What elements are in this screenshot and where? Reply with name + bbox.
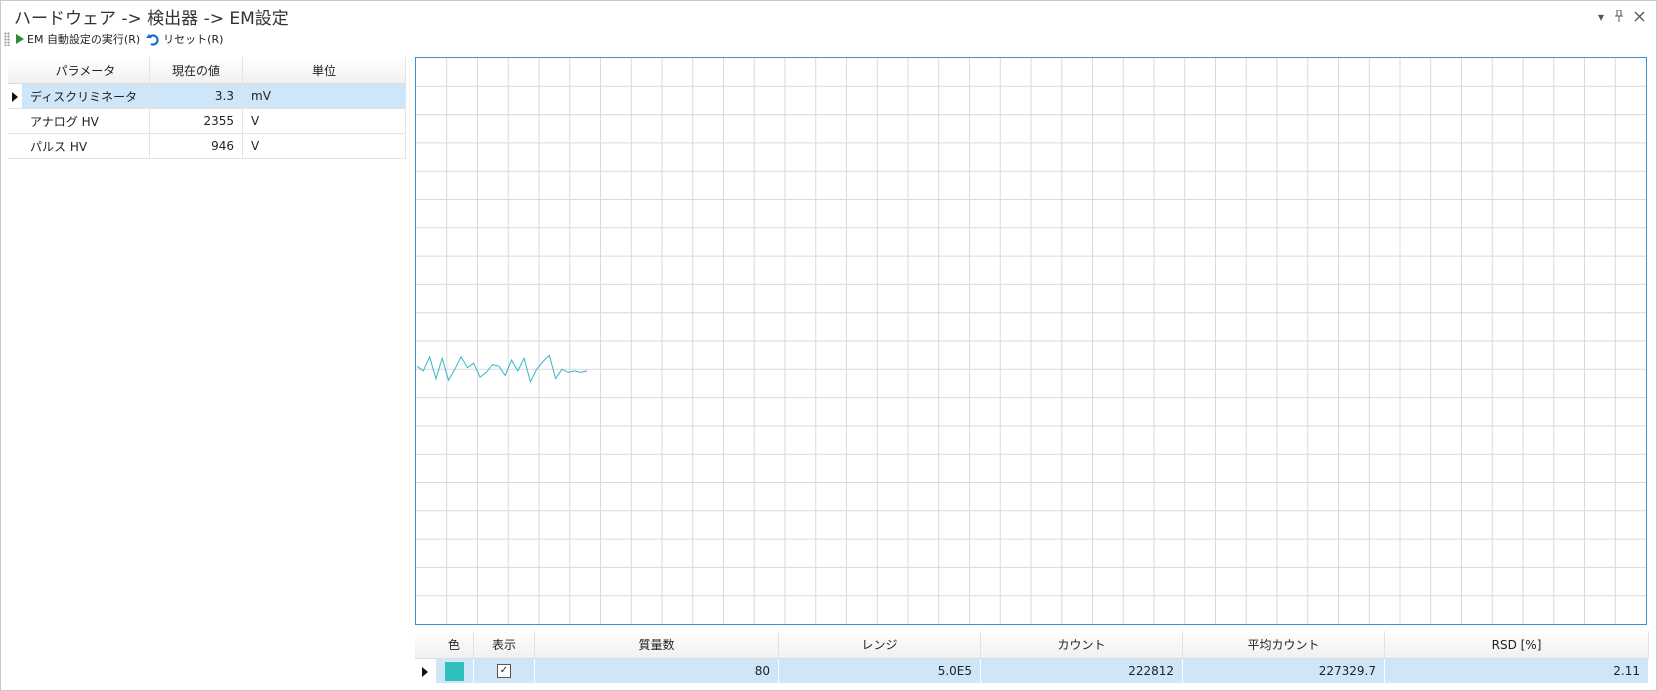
toolbar-grip-icon[interactable] — [4, 32, 10, 46]
param-unit: mV — [242, 83, 406, 109]
row-indicator-header — [8, 57, 22, 84]
mass-header-mass[interactable]: 質量数 — [534, 631, 779, 659]
row-indicator — [415, 658, 436, 683]
mass-header-avg-count[interactable]: 平均カウント — [1182, 631, 1385, 659]
reset-label: リセット(R) — [163, 33, 224, 46]
current-row-arrow-icon — [421, 666, 428, 677]
count-value: 222812 — [980, 658, 1183, 683]
mass-header-count[interactable]: カウント — [980, 631, 1183, 659]
pin-icon[interactable] — [1614, 9, 1624, 24]
window-controls: ▾ — [1598, 9, 1645, 24]
param-name: パルス HV — [22, 133, 150, 159]
page-title: ハードウェア -> 検出器 -> EM設定 — [14, 9, 289, 29]
param-unit: V — [242, 108, 406, 134]
count-chart — [415, 57, 1647, 625]
run-em-autoset-label: EM 自動設定の実行(R) — [27, 33, 141, 46]
param-header-value[interactable]: 現在の値 — [149, 57, 243, 84]
param-row-analog-hv[interactable]: アナログ HV 2355 V — [8, 108, 406, 134]
range-value: 5.0E5 — [778, 658, 981, 683]
param-value[interactable]: 946 — [149, 133, 243, 159]
run-em-autoset-button[interactable]: EM 自動設定の実行(R) — [16, 31, 140, 47]
reset-button[interactable]: リセット(R) — [146, 31, 223, 47]
row-indicator-header — [415, 631, 435, 659]
color-cell[interactable] — [435, 658, 474, 683]
param-name: アナログ HV — [22, 108, 150, 134]
close-icon[interactable] — [1634, 11, 1645, 24]
param-value[interactable]: 2355 — [149, 108, 243, 134]
mass-header-color[interactable]: 色 — [435, 631, 474, 659]
param-header-name[interactable]: パラメータ — [22, 57, 150, 84]
mass-row[interactable]: ✓ 80 5.0E5 222812 227329.7 2.11 — [415, 658, 1649, 683]
param-unit: V — [242, 133, 406, 159]
display-cell[interactable]: ✓ — [473, 658, 535, 683]
current-row-arrow-icon — [12, 91, 18, 102]
display-checkbox[interactable]: ✓ — [497, 664, 511, 679]
rsd-value: 2.11 — [1384, 658, 1649, 683]
param-header-unit[interactable]: 単位 — [242, 57, 406, 84]
mass-header-rsd[interactable]: RSD [%] — [1384, 631, 1649, 659]
avg-count-value: 227329.7 — [1182, 658, 1385, 683]
row-indicator — [8, 83, 22, 109]
mass-header-range[interactable]: レンジ — [778, 631, 981, 659]
dropdown-icon[interactable]: ▾ — [1598, 11, 1604, 23]
param-row-discriminator[interactable]: ディスクリミネータ 3.3 mV — [8, 83, 406, 109]
param-row-pulse-hv[interactable]: パルス HV 946 V — [8, 133, 406, 159]
param-name: ディスクリミネータ — [22, 83, 150, 109]
chart-border — [415, 57, 1647, 625]
parameter-grid: パラメータ 現在の値 単位 ディスクリミネータ 3.3 mV アナログ HV 2… — [8, 57, 406, 159]
row-indicator — [8, 133, 22, 159]
reset-icon — [146, 33, 159, 46]
play-icon — [16, 34, 24, 44]
mass-grid: 色 表示 質量数 レンジ カウント 平均カウント RSD [%] ✓ 80 5.… — [415, 631, 1649, 683]
row-indicator — [8, 108, 22, 134]
mass-header-display[interactable]: 表示 — [473, 631, 535, 659]
color-swatch[interactable] — [444, 661, 464, 681]
param-value[interactable]: 3.3 — [149, 83, 243, 109]
toolbar: EM 自動設定の実行(R) リセット(R) — [4, 30, 229, 48]
mass-value: 80 — [534, 658, 779, 683]
